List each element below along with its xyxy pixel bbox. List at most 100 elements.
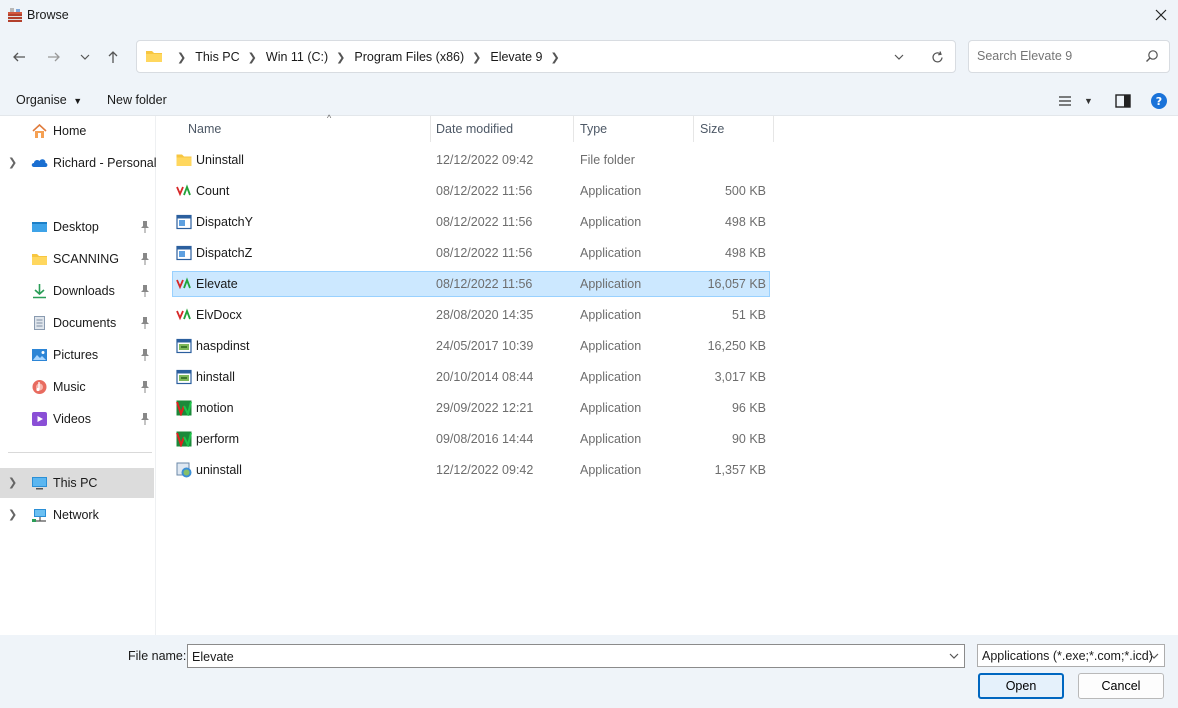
file-name: perform bbox=[196, 432, 240, 446]
forward-button[interactable] bbox=[41, 44, 67, 70]
sidebar-item-downloads[interactable]: Downloads bbox=[0, 276, 154, 306]
column-header-type[interactable]: Type bbox=[574, 116, 694, 142]
sidebar-item-documents[interactable]: Documents bbox=[0, 308, 154, 338]
breadcrumb: ❯ This PC ❯ Win 11 (C:) ❯ Program Files … bbox=[177, 50, 560, 64]
sidebar-label: Videos bbox=[53, 412, 91, 426]
pin-icon[interactable] bbox=[139, 284, 151, 298]
change-view-button[interactable]: ▼ bbox=[1058, 92, 1098, 110]
pin-icon[interactable] bbox=[139, 380, 151, 394]
chevron-right-icon[interactable]: ❯ bbox=[8, 477, 20, 489]
file-type: File folder bbox=[580, 153, 635, 167]
file-row[interactable]: Uninstall 12/12/2022 09:42 File folder bbox=[172, 147, 770, 173]
new-folder-button[interactable]: New folder bbox=[107, 93, 167, 107]
pin-icon[interactable] bbox=[139, 348, 151, 362]
address-bar[interactable]: ❯ This PC ❯ Win 11 (C:) ❯ Program Files … bbox=[136, 40, 956, 73]
documents-icon bbox=[34, 316, 45, 330]
close-icon bbox=[1155, 9, 1167, 21]
sidebar-item-this-pc[interactable]: ❯ This PC bbox=[0, 468, 154, 498]
breadcrumb-elevate-9[interactable]: Elevate 9 bbox=[490, 50, 542, 64]
sidebar-label: Desktop bbox=[53, 220, 99, 234]
pin-icon[interactable] bbox=[139, 252, 151, 266]
sidebar-label: Music bbox=[53, 380, 86, 394]
chevron-down-icon bbox=[894, 54, 904, 60]
window-app-icon bbox=[176, 245, 192, 261]
address-dropdown-button[interactable] bbox=[889, 48, 909, 66]
chart-app-icon bbox=[176, 400, 192, 416]
file-date: 08/12/2022 11:56 bbox=[436, 246, 533, 260]
column-label: Name bbox=[188, 122, 222, 136]
column-header-name[interactable]: ^ Name bbox=[182, 113, 431, 142]
open-button[interactable]: Open bbox=[978, 673, 1064, 699]
file-date: 24/05/2017 10:39 bbox=[436, 339, 534, 353]
breadcrumb-program-files-x86[interactable]: Program Files (x86) bbox=[354, 50, 464, 64]
chevron-right-icon[interactable]: ❯ bbox=[8, 157, 20, 169]
file-size: 51 KB bbox=[731, 308, 766, 322]
sidebar-item-scanning[interactable]: SCANNING bbox=[0, 244, 154, 274]
file-row[interactable]: uninstall 12/12/2022 09:42 Application 1… bbox=[172, 457, 770, 483]
organise-menu[interactable]: Organise ▼ bbox=[16, 93, 82, 107]
sidebar-item-network[interactable]: ❯ Network bbox=[0, 500, 154, 530]
pin-icon[interactable] bbox=[139, 316, 151, 330]
file-date: 09/08/2016 14:44 bbox=[436, 432, 534, 446]
up-button[interactable] bbox=[100, 44, 126, 70]
file-size: 16,057 KB bbox=[707, 277, 766, 291]
sidebar-item-pictures[interactable]: Pictures bbox=[0, 340, 154, 370]
file-type-filter-select[interactable]: Applications (*.exe;*.com;*.icd) bbox=[977, 644, 1165, 667]
elevate-app-icon bbox=[176, 277, 191, 290]
uninstall-icon bbox=[176, 462, 192, 478]
file-type: Application bbox=[580, 401, 642, 415]
file-row[interactable]: haspdinst 24/05/2017 10:39 Application 1… bbox=[172, 333, 770, 359]
sidebar-item-home[interactable]: Home bbox=[0, 116, 154, 146]
sidebar-label: This PC bbox=[53, 476, 98, 490]
file-date: 20/10/2014 08:44 bbox=[436, 370, 534, 384]
file-name-field[interactable]: Elevate bbox=[187, 644, 965, 668]
sidebar-item-videos[interactable]: Videos bbox=[0, 404, 154, 434]
sidebar-label: Downloads bbox=[53, 284, 115, 298]
file-row[interactable]: DispatchY 08/12/2022 11:56 Application 4… bbox=[172, 209, 770, 235]
search-icon[interactable] bbox=[1145, 49, 1159, 63]
file-size: 96 KB bbox=[731, 401, 766, 415]
breadcrumb-win11-c[interactable]: Win 11 (C:) bbox=[266, 50, 328, 64]
file-row[interactable]: hinstall 20/10/2014 08:44 Application 3,… bbox=[172, 364, 770, 390]
close-button[interactable] bbox=[1144, 0, 1178, 30]
search-box[interactable] bbox=[968, 40, 1170, 73]
chevron-right-icon[interactable]: ❯ bbox=[8, 509, 20, 521]
file-row[interactable]: motion 29/09/2022 12:21 Application 96 K… bbox=[172, 395, 770, 421]
file-date: 08/12/2022 11:56 bbox=[436, 215, 533, 229]
preview-pane-icon[interactable] bbox=[1114, 92, 1132, 110]
pin-icon[interactable] bbox=[139, 220, 151, 234]
sidebar-item-music[interactable]: Music bbox=[0, 372, 154, 402]
file-row[interactable]: perform 09/08/2016 14:44 Application 90 … bbox=[172, 426, 770, 452]
file-row[interactable]: ElvDocx 28/08/2020 14:35 Application 51 … bbox=[172, 302, 770, 328]
organise-label: Organise bbox=[16, 93, 67, 107]
file-row[interactable]: Count 08/12/2022 11:56 Application 500 K… bbox=[172, 178, 770, 204]
file-row-selected[interactable]: Elevate 08/12/2022 11:56 Application 16,… bbox=[172, 271, 770, 297]
sidebar-label: Richard - Personal bbox=[53, 156, 157, 170]
pin-icon[interactable] bbox=[139, 412, 151, 426]
folder-icon bbox=[32, 254, 47, 265]
home-icon bbox=[32, 123, 47, 138]
navigation-pane: Home ❯ Richard - Personal Desktop SCANNI… bbox=[0, 116, 157, 635]
window-title: Browse bbox=[27, 8, 69, 22]
sidebar-item-onedrive[interactable]: ❯ Richard - Personal bbox=[0, 148, 157, 178]
file-type: Application bbox=[580, 277, 642, 291]
sidebar-label: Documents bbox=[53, 316, 117, 330]
cancel-button[interactable]: Cancel bbox=[1078, 673, 1164, 699]
refresh-button[interactable] bbox=[927, 48, 947, 66]
back-button[interactable] bbox=[6, 44, 32, 70]
column-header-size[interactable]: Size bbox=[694, 116, 774, 142]
file-row[interactable]: DispatchZ 08/12/2022 11:56 Application 4… bbox=[172, 240, 770, 266]
file-size: 498 KB bbox=[724, 246, 766, 260]
title-bar: Browse bbox=[0, 0, 1178, 30]
app-icon bbox=[8, 8, 22, 22]
sidebar-item-desktop[interactable]: Desktop bbox=[0, 212, 154, 242]
recent-locations-button[interactable] bbox=[72, 44, 98, 70]
search-input[interactable] bbox=[977, 49, 1137, 63]
chevron-down-icon[interactable] bbox=[948, 650, 960, 662]
file-type: Application bbox=[580, 246, 642, 260]
desktop-icon bbox=[32, 222, 47, 232]
column-header-date[interactable]: Date modified bbox=[430, 116, 574, 142]
videos-icon bbox=[32, 412, 47, 426]
help-icon[interactable]: ? bbox=[1150, 92, 1168, 110]
breadcrumb-this-pc[interactable]: This PC bbox=[195, 50, 239, 64]
